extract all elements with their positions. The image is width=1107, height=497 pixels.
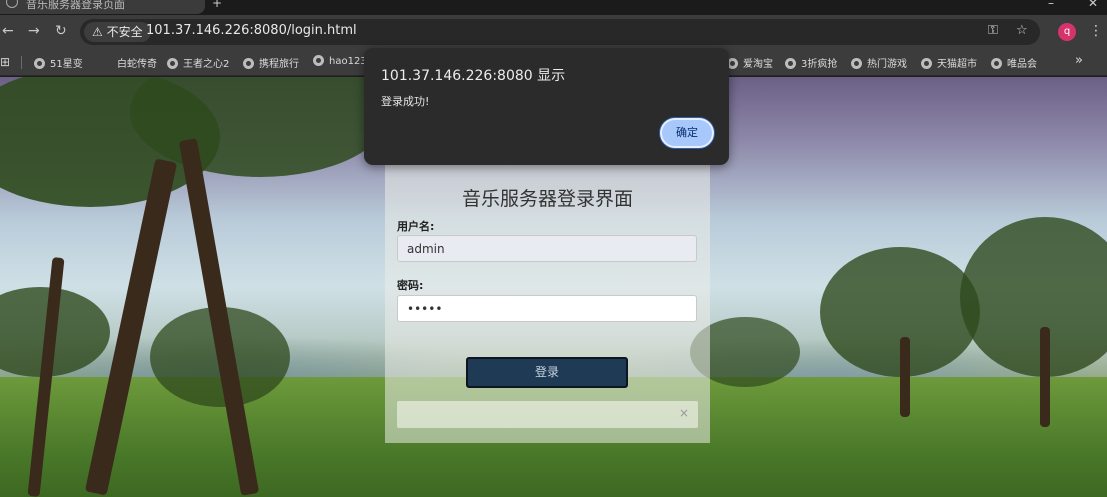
bookmark-item[interactable]: hao123 — [313, 55, 367, 67]
globe-icon — [243, 58, 254, 69]
profile-avatar[interactable]: q — [1058, 23, 1076, 41]
bookmark-separator — [21, 56, 22, 69]
star-icon[interactable]: ☆ — [1016, 23, 1028, 38]
menu-icon[interactable]: ⋮ — [1089, 23, 1103, 39]
bookmark-item[interactable]: 唯品会 — [991, 55, 1037, 70]
globe-icon — [6, 0, 18, 8]
globe-icon — [34, 58, 45, 69]
bookmark-item[interactable]: 爱淘宝 — [727, 55, 773, 70]
password-input[interactable]: ••••• — [397, 295, 697, 322]
tab-strip: 音乐服务器登录页面 + – ✕ — [0, 0, 1107, 15]
forward-icon[interactable]: → — [28, 23, 40, 39]
dialog-title: 101.37.146.226:8080 显示 — [381, 68, 566, 84]
login-button[interactable]: 登录 — [466, 357, 628, 388]
insecure-label: 不安全 — [106, 25, 143, 39]
apps-grid-icon[interactable]: ⊞ — [0, 55, 10, 69]
tab-title: 音乐服务器登录页面 — [26, 0, 125, 11]
globe-icon — [167, 58, 178, 69]
username-input[interactable]: admin — [397, 235, 697, 262]
url-text[interactable]: 101.37.146.226:8080/login.html — [146, 23, 357, 38]
bookmark-item[interactable]: 白蛇传奇 — [117, 55, 157, 70]
reload-icon[interactable]: ↻ — [55, 23, 67, 39]
back-icon[interactable]: ← — [2, 23, 14, 39]
bookmark-item[interactable]: 天猫超市 — [921, 55, 977, 70]
dialog-message: 登录成功! — [381, 95, 430, 108]
globe-icon — [921, 58, 932, 69]
globe-icon — [991, 58, 1002, 69]
new-tab-icon[interactable]: + — [212, 0, 222, 10]
bookmark-item[interactable]: 热门游戏 — [851, 55, 907, 70]
alert-dialog: 101.37.146.226:8080 显示 登录成功! 确定 — [364, 48, 729, 165]
close-window-icon[interactable]: ✕ — [1088, 0, 1098, 10]
page-title: 音乐服务器登录界面 — [461, 188, 633, 210]
background-trunk — [1040, 327, 1050, 427]
bookmark-item[interactable]: 51星变 — [34, 55, 83, 70]
bookmark-item[interactable]: 3折疯抢 — [785, 55, 837, 70]
message-box: × — [397, 401, 698, 428]
minimize-icon[interactable]: – — [1048, 0, 1054, 10]
globe-icon — [851, 58, 862, 69]
password-label: 密码: — [397, 279, 424, 292]
warning-icon: ⚠ — [92, 25, 103, 39]
more-bookmarks-icon[interactable]: » — [1075, 53, 1083, 68]
login-card: 音乐服务器登录界面 用户名: admin 密码: ••••• 登录 × — [385, 165, 710, 443]
key-icon[interactable]: ⚿ — [988, 23, 998, 38]
browser-toolbar: ← → ↻ ⚠ 不安全 101.37.146.226:8080/login.ht… — [0, 15, 1107, 49]
background-trunk — [900, 337, 910, 417]
globe-icon — [313, 55, 324, 66]
address-bar[interactable]: ⚠ 不安全 101.37.146.226:8080/login.html ⚿ ☆ — [80, 19, 1040, 45]
bookmark-item[interactable]: 携程旅行 — [243, 55, 299, 70]
browser-tab[interactable]: 音乐服务器登录页面 — [0, 0, 205, 14]
bookmark-item[interactable]: 王者之心2 — [167, 55, 229, 70]
insecure-chip[interactable]: ⚠ 不安全 — [84, 22, 151, 42]
ok-button[interactable]: 确定 — [660, 118, 714, 148]
username-label: 用户名: — [397, 220, 435, 233]
globe-icon — [785, 58, 796, 69]
close-icon[interactable]: × — [679, 406, 689, 420]
